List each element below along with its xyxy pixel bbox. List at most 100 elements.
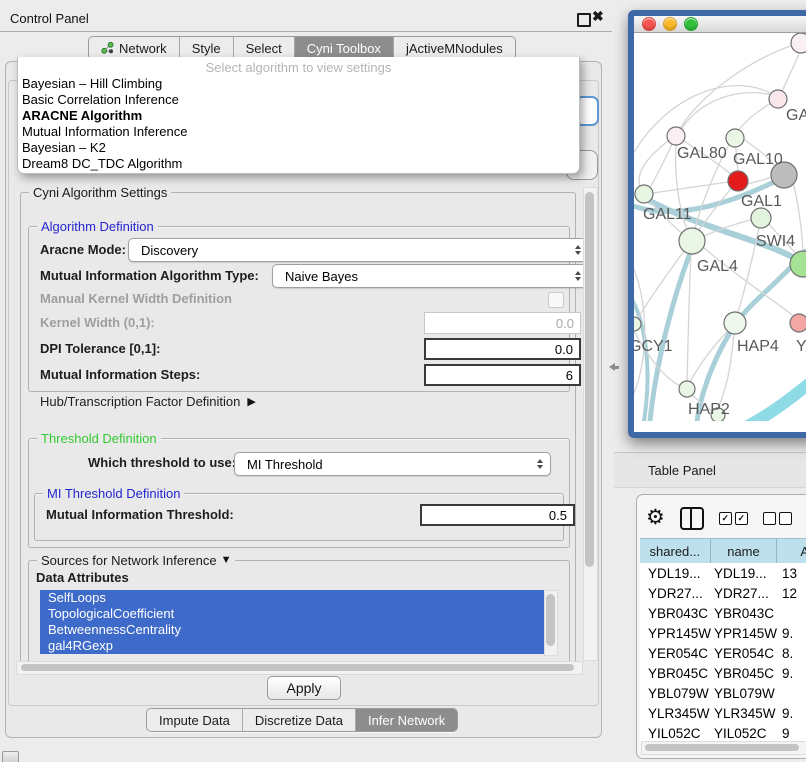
tab-label: Style [192, 41, 221, 56]
algorithm-option[interactable]: Bayesian – K2 [18, 140, 579, 156]
kernel-width-field[interactable]: 0.0 [424, 312, 581, 334]
dpi-tolerance-field[interactable]: 0.0 [424, 338, 581, 360]
dpi-tolerance-label: DPI Tolerance [0,1]: [40, 341, 160, 357]
manual-kernel-width-checkbox[interactable] [548, 292, 564, 308]
algorithm-option[interactable]: Bayesian – Hill Climbing [18, 76, 579, 92]
table-row[interactable]: YBR045CYBR045C9. [640, 663, 806, 683]
apply-button[interactable]: Apply [267, 676, 341, 700]
deselect-all-icon[interactable] [763, 512, 792, 525]
tab-select[interactable]: Select [234, 37, 295, 59]
network-view-window[interactable]: GAL7GAL80GAL10GAL1GAL11SWI4GAL4GCY1HAP4Y… [628, 10, 806, 438]
algorithm-option[interactable]: Basic Correlation Inference [18, 92, 579, 108]
network-node-label: GAL10 [733, 151, 783, 168]
checked-box-icon: ✓ [735, 512, 748, 525]
table-horizontal-scrollbar[interactable] [641, 741, 806, 755]
mi-threshold-field[interactable]: 0.5 [420, 504, 575, 526]
table-cell: 9. [780, 706, 793, 721]
settings-horizontal-scrollbar[interactable] [16, 661, 583, 675]
table-row[interactable]: YIL052CYIL052C9 [640, 723, 806, 743]
spinner-arrows-icon [537, 459, 543, 469]
aracne-mode-select[interactable]: Discovery [128, 238, 589, 262]
table-row[interactable]: YER054CYER054C8. [640, 643, 806, 663]
network-node-hap2[interactable] [679, 381, 695, 397]
column-header-name[interactable]: name [711, 539, 778, 563]
table-row[interactable]: YDR27...YDR27...12 [640, 583, 806, 603]
sources-toggle[interactable]: Sources for Network Inference ▼ [37, 553, 235, 568]
table-panel-titlebar: Table Panel [614, 452, 806, 488]
network-node-gal7[interactable] [769, 90, 787, 108]
collapsed-panel-button[interactable] [2, 751, 19, 762]
attribute-item[interactable]: SelfLoops [40, 590, 556, 606]
settings-horizontal-scrollbar-thumb[interactable] [21, 664, 574, 671]
hub-definition-label: Hub/Transcription Factor Definition [40, 394, 240, 410]
network-node[interactable] [791, 33, 806, 53]
control-panel-title: Control Panel [10, 11, 89, 26]
mi-algorithm-type-label: Mutual Information Algorithm Type: [40, 268, 259, 284]
network-edge[interactable] [650, 144, 672, 188]
table-cell: YDL19... [640, 566, 712, 581]
gear-icon[interactable]: ⚙ [646, 507, 665, 529]
which-threshold-value: MI Threshold [247, 457, 537, 472]
table-row[interactable]: YPR145WYPR145W9. [640, 623, 806, 643]
network-edge[interactable] [746, 383, 806, 421]
network-node-label: GAL4 [697, 258, 738, 275]
algorithm-option[interactable]: Dream8 DC_TDC Algorithm [18, 156, 579, 172]
close-panel-icon[interactable]: ✖ [592, 8, 604, 25]
algorithm-option[interactable]: Mutual Information Inference [18, 124, 579, 140]
mi-steps-field[interactable]: 6 [424, 364, 581, 386]
hub-definition-toggle[interactable]: Hub/Transcription Factor Definition ▶ [40, 394, 256, 410]
network-window-titlebar[interactable] [634, 16, 806, 33]
tab-label: jActiveMNodules [406, 41, 503, 56]
algorithm-dropdown[interactable]: Select algorithm to view settings Bayesi… [17, 57, 580, 174]
settings-vertical-scrollbar-thumb[interactable] [585, 192, 594, 567]
minimize-traffic-light-icon[interactable] [663, 17, 677, 31]
select-all-icon[interactable]: ✓ ✓ [719, 512, 748, 525]
table-cell: YLR345W [640, 706, 712, 721]
network-canvas[interactable]: GAL7GAL80GAL10GAL1GAL11SWI4GAL4GCY1HAP4Y… [634, 33, 806, 421]
table-cell: 13 [780, 566, 797, 581]
column-header-clipped[interactable]: A [777, 539, 806, 563]
which-threshold-select[interactable]: MI Threshold [234, 452, 551, 476]
attribute-item[interactable]: gal4RGexp [40, 638, 556, 654]
network-edge[interactable] [653, 182, 728, 193]
split-columns-icon[interactable] [680, 507, 704, 530]
bottom-tab-discretize-data[interactable]: Discretize Data [243, 709, 356, 731]
tab-style[interactable]: Style [180, 37, 234, 59]
mi-algorithm-type-select[interactable]: Naive Bayes [272, 264, 589, 288]
bottom-tab-impute-data[interactable]: Impute Data [147, 709, 243, 731]
attribute-item[interactable]: BetweennessCentrality [40, 622, 556, 638]
data-attributes-list[interactable]: SelfLoopsTopologicalCoefficientBetweenne… [40, 590, 556, 654]
network-node-gal11[interactable] [635, 185, 653, 203]
attribute-item[interactable]: TopologicalCoefficient [40, 606, 556, 622]
tab-jactivemnodules[interactable]: jActiveMNodules [394, 37, 515, 59]
attributes-scrollbar[interactable] [544, 590, 558, 656]
network-node-hap4[interactable] [724, 312, 746, 334]
table-horizontal-scrollbar-thumb[interactable] [645, 744, 799, 751]
table-row[interactable]: YBR043CYBR043C [640, 603, 806, 623]
tab-network[interactable]: Network [89, 37, 180, 59]
algorithm-option[interactable]: ARACNE Algorithm [18, 108, 579, 124]
network-node-y[interactable] [790, 314, 806, 332]
network-edge[interactable] [634, 293, 647, 421]
network-node-gal4[interactable] [679, 228, 705, 254]
network-node-gal1[interactable] [728, 171, 748, 191]
column-header-shared-name[interactable]: shared... [640, 539, 711, 563]
settings-group-title: Cyni Algorithm Settings [29, 185, 171, 200]
network-node-gal10[interactable] [726, 129, 744, 147]
table-row[interactable]: YLR345WYLR345W9. [640, 703, 806, 723]
close-traffic-light-icon[interactable] [642, 17, 656, 31]
table-cell: YBL079W [640, 686, 712, 701]
network-node-label: Y [796, 338, 806, 355]
settings-vertical-scrollbar[interactable] [583, 187, 598, 661]
tab-cyni-toolbox[interactable]: Cyni Toolbox [295, 37, 394, 59]
network-edge[interactable] [687, 254, 691, 381]
network-node-gal80[interactable] [667, 127, 685, 145]
table-body: YDL19...YDL19...13YDR27...YDR27...12YBR0… [640, 563, 806, 743]
float-window-icon[interactable] [577, 13, 591, 27]
network-node-swi4[interactable] [751, 208, 771, 228]
zoom-traffic-light-icon[interactable] [684, 17, 698, 31]
bottom-tab-infer-network[interactable]: Infer Network [356, 709, 457, 731]
attributes-scrollbar-thumb[interactable] [546, 594, 555, 646]
table-row[interactable]: YBL079WYBL079W [640, 683, 806, 703]
table-row[interactable]: YDL19...YDL19...13 [640, 563, 806, 583]
